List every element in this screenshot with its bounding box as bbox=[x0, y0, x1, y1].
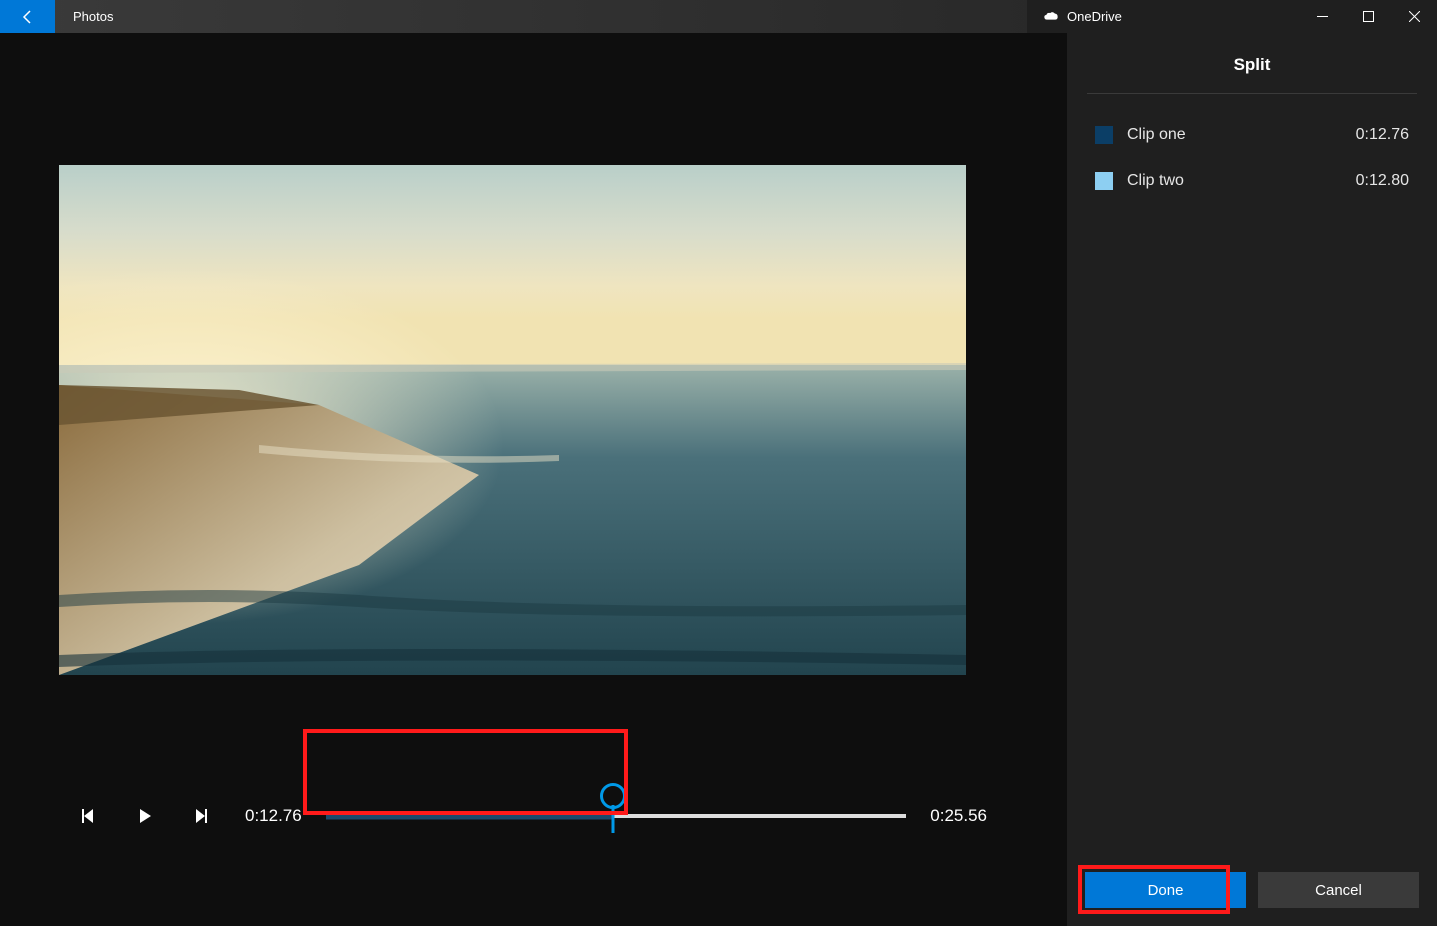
clip-row[interactable]: Clip one 0:12.76 bbox=[1095, 112, 1409, 158]
arrow-left-icon bbox=[20, 9, 36, 25]
clip-name: Clip one bbox=[1127, 126, 1356, 144]
clip-color-swatch bbox=[1095, 172, 1113, 190]
timeline-current-time: 0:12.76 bbox=[245, 806, 302, 826]
panel-title: Split bbox=[1067, 33, 1437, 93]
split-panel: Split Clip one 0:12.76 Clip two 0:12.80 … bbox=[1067, 33, 1437, 926]
maximize-icon bbox=[1363, 11, 1374, 22]
frame-back-icon bbox=[81, 807, 99, 825]
onedrive-status[interactable]: OneDrive bbox=[1027, 0, 1299, 33]
minimize-icon bbox=[1317, 11, 1328, 22]
frame-forward-icon bbox=[191, 807, 209, 825]
play-icon bbox=[136, 807, 154, 825]
clip-row[interactable]: Clip two 0:12.80 bbox=[1095, 158, 1409, 204]
video-preview[interactable] bbox=[59, 165, 966, 675]
title-bar: Photos OneDrive bbox=[0, 0, 1437, 33]
close-button[interactable] bbox=[1391, 0, 1437, 33]
minimize-button[interactable] bbox=[1299, 0, 1345, 33]
timeline-playhead[interactable] bbox=[600, 803, 626, 829]
maximize-button[interactable] bbox=[1345, 0, 1391, 33]
back-button[interactable] bbox=[0, 0, 55, 33]
timeline-total-time: 0:25.56 bbox=[930, 806, 987, 826]
clip-name: Clip two bbox=[1127, 172, 1356, 190]
onedrive-label: OneDrive bbox=[1067, 9, 1122, 24]
app-title: Photos bbox=[73, 9, 113, 24]
close-icon bbox=[1409, 11, 1420, 22]
clip-duration: 0:12.76 bbox=[1356, 126, 1409, 144]
clip-duration: 0:12.80 bbox=[1356, 172, 1409, 190]
cancel-button[interactable]: Cancel bbox=[1258, 872, 1419, 908]
frame-back-button[interactable] bbox=[70, 796, 110, 836]
playback-controls: 0:12.76 0:25.56 bbox=[70, 778, 997, 853]
video-editor-pane: 0:12.76 0:25.56 bbox=[0, 33, 1067, 926]
playhead-line-icon bbox=[612, 805, 615, 833]
clip-color-swatch bbox=[1095, 126, 1113, 144]
done-button[interactable]: Done bbox=[1085, 872, 1246, 908]
timeline-track[interactable] bbox=[326, 786, 907, 846]
frame-forward-button[interactable] bbox=[180, 796, 220, 836]
play-button[interactable] bbox=[125, 796, 165, 836]
clip-list: Clip one 0:12.76 Clip two 0:12.80 bbox=[1067, 94, 1437, 222]
cloud-icon bbox=[1043, 9, 1059, 25]
timeline-track-clip-one bbox=[326, 812, 613, 819]
